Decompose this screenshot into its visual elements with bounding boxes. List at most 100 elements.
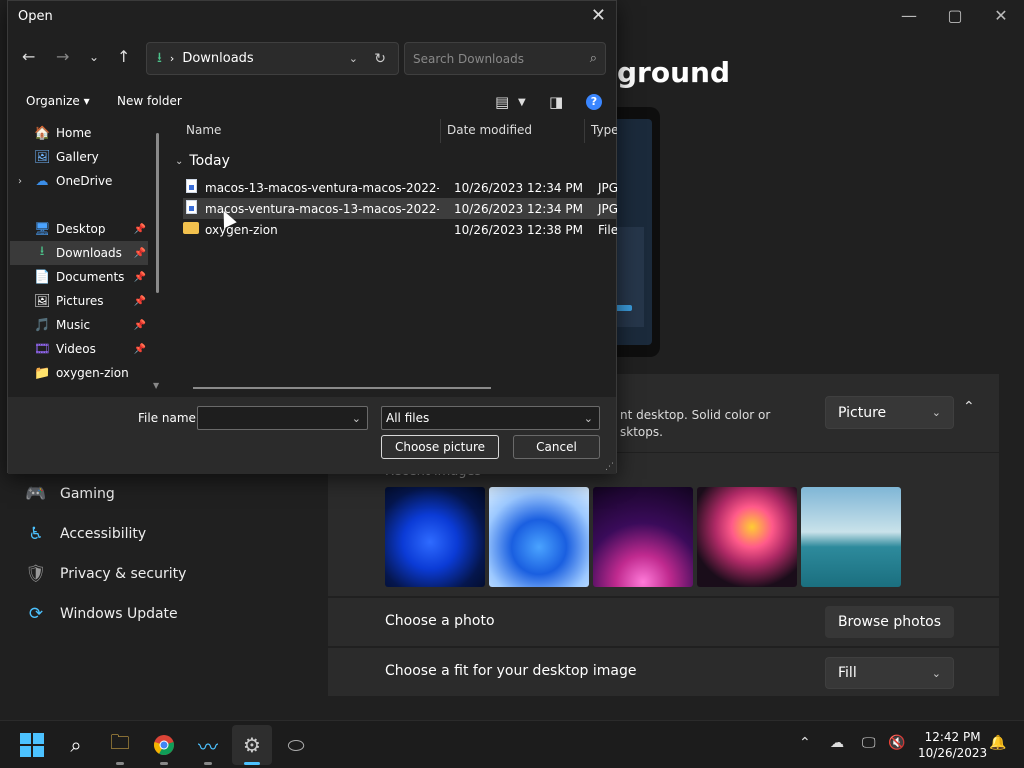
windows-update-icon: ⟳ [28,604,44,624]
close-icon[interactable]: ✕ [988,6,1014,25]
tree-item-music[interactable]: 🎵 Music 📌 [10,313,148,337]
help-icon[interactable]: ? [586,94,602,110]
fit-label: Choose a fit for your desktop image [385,663,637,679]
breadcrumb-downloads[interactable]: Downloads [182,51,253,66]
home-icon: 🏠 [34,125,51,141]
file-name-combobox[interactable]: ⌄ [197,406,368,430]
app-icon[interactable]: ⬭ [282,731,310,759]
preview-pane-icon[interactable]: ◨ [549,93,563,111]
chevron-up-icon[interactable]: ⌃ [963,399,975,415]
fit-select[interactable]: Fill ⌄ [825,657,954,689]
start-button[interactable] [18,731,46,759]
file-name-input[interactable] [198,407,348,427]
recent-image-thumbnail[interactable] [801,487,901,587]
file-type-select[interactable]: All files ⌄ [381,406,600,430]
chrome-icon[interactable] [150,731,178,765]
recent-image-thumbnail[interactable] [593,487,693,587]
horizontal-scrollbar[interactable] [193,387,491,389]
recent-image-thumbnail[interactable] [385,487,485,587]
column-name[interactable]: Name [186,123,221,137]
back-arrow-icon[interactable]: ← [22,47,35,66]
recent-image-thumbnail[interactable] [489,487,589,587]
network-icon[interactable]: 🖵 [862,735,876,751]
view-options-icon[interactable]: ▤ [495,93,509,111]
scroll-down-icon[interactable]: ▼ [153,381,159,390]
nav-item-accessibility[interactable]: ♿ Accessibility [24,514,186,554]
tree-item-downloads[interactable]: ⭳ Downloads 📌 [10,241,148,265]
tree-item-videos[interactable]: 🎞 Videos 📌 [10,337,148,361]
file-explorer-icon[interactable]: 🗀 [106,730,134,765]
pin-icon: 📌 [133,343,146,355]
gallery-icon: 🖼 [34,149,51,165]
chevron-down-icon: ⌄ [175,155,184,167]
dialog-footer: File name: ⌄ All files ⌄ Choose picture … [8,397,616,474]
nav-item-windows-update[interactable]: ⟳ Windows Update [24,594,186,634]
clock[interactable]: 12:42 PM 10/26/2023 [918,729,987,761]
download-icon: ⭳ [39,244,45,259]
file-row[interactable]: macos-13-macos-ventura-macos-2022-s... 1… [183,177,617,198]
tree-scrollbar[interactable] [156,133,159,293]
chevron-down-icon: ⌄ [931,666,941,680]
windows-logo-icon [20,733,44,757]
address-bar[interactable]: ⭳ › Downloads ⌄ ↻ [146,42,399,75]
search-icon[interactable]: ⌕ [62,731,90,759]
accessibility-icon: ♿ [28,524,44,544]
show-hidden-icons-icon[interactable]: ⌃ [799,735,811,751]
nav-item-privacy[interactable]: 🛡 Privacy & security [24,554,186,594]
close-icon[interactable]: ✕ [591,5,606,26]
tree-item-oxygen-zion[interactable]: 📁 oxygen-zion [10,361,148,385]
recent-locations-chevron-icon[interactable]: ⌄ [89,50,99,64]
choose-photo-label: Choose a photo [385,613,495,629]
search-icon[interactable]: ⌕ [590,51,597,66]
column-type[interactable]: Type [591,123,617,137]
search-input[interactable] [413,51,590,66]
settings-nav: 🎮 Gaming ♿ Accessibility 🛡 Privacy & sec… [24,474,186,634]
recent-images [385,487,901,587]
tree-item-desktop[interactable]: 🖥 Desktop 📌 [10,217,148,241]
tree-item-home[interactable]: 🏠 Home [10,121,148,145]
tree-item-gallery[interactable]: 🖼 Gallery [10,145,148,169]
organize-button[interactable]: Organize ▾ [26,94,90,108]
nav-item-gaming[interactable]: 🎮 Gaming [24,474,186,514]
tree-item-onedrive[interactable]: › ☁ OneDrive [10,169,148,193]
recent-image-thumbnail[interactable] [697,487,797,587]
maximize-icon[interactable]: ▢ [942,6,968,25]
forward-arrow-icon[interactable]: → [56,47,69,66]
chevron-down-icon[interactable]: ▼ [518,97,526,108]
pin-icon: 📌 [133,295,146,307]
up-arrow-icon[interactable]: ↑ [117,47,130,66]
chevron-down-icon[interactable]: ⌄ [349,52,358,65]
folder-icon: 📁 [34,365,51,381]
onedrive-icon[interactable]: ☁ [830,735,844,751]
activity-monitor-icon[interactable]: 〰 [194,731,222,765]
new-folder-button[interactable]: New folder [117,94,182,108]
chevron-down-icon[interactable]: ⌄ [352,412,361,425]
tree-item-pictures[interactable]: 🖼 Pictures 📌 [10,289,148,313]
settings-gear-icon[interactable]: ⚙ [238,731,266,765]
download-icon: ⭳ [157,49,162,66]
document-icon: 📄 [34,269,51,285]
notification-bell-icon[interactable]: 🔔 [989,735,1006,751]
refresh-icon[interactable]: ↻ [374,51,386,67]
file-row[interactable]: macos-ventura-macos-13-macos-2022-s... 1… [183,198,617,219]
volume-muted-icon[interactable]: 🔇 [888,735,905,751]
tree-item-documents[interactable]: 📄 Documents 📌 [10,265,148,289]
command-bar: Organize ▾ New folder ▤ ▼ ◨ ? [8,87,616,117]
chevron-right-icon[interactable]: › [18,176,22,187]
column-date-modified[interactable]: Date modified [447,123,532,137]
choose-picture-button[interactable]: Choose picture [381,435,499,459]
cloud-icon: ☁ [35,173,49,189]
navigation-pane: 🏠 Home 🖼 Gallery › ☁ OneDrive 🖥 Desktop … [10,119,160,395]
pin-icon: 📌 [133,223,146,235]
group-header-today[interactable]: ⌄ Today [175,153,230,169]
pictures-icon: 🖼 [34,293,51,309]
browse-photos-button[interactable]: Browse photos [825,606,954,638]
minimize-icon[interactable]: — [896,6,922,25]
breadcrumb-separator-icon: › [169,52,175,65]
file-list: Name Date modified Type ⌄ Today macos-13… [173,117,617,395]
background-type-select[interactable]: Picture ⌄ [825,396,954,429]
cancel-button[interactable]: Cancel [513,435,600,459]
resize-grip-icon[interactable]: ⋰ [605,462,614,472]
file-row[interactable]: oxygen-zion 10/26/2023 12:38 PM File fo [183,219,617,240]
search-box[interactable]: ⌕ [404,42,606,75]
